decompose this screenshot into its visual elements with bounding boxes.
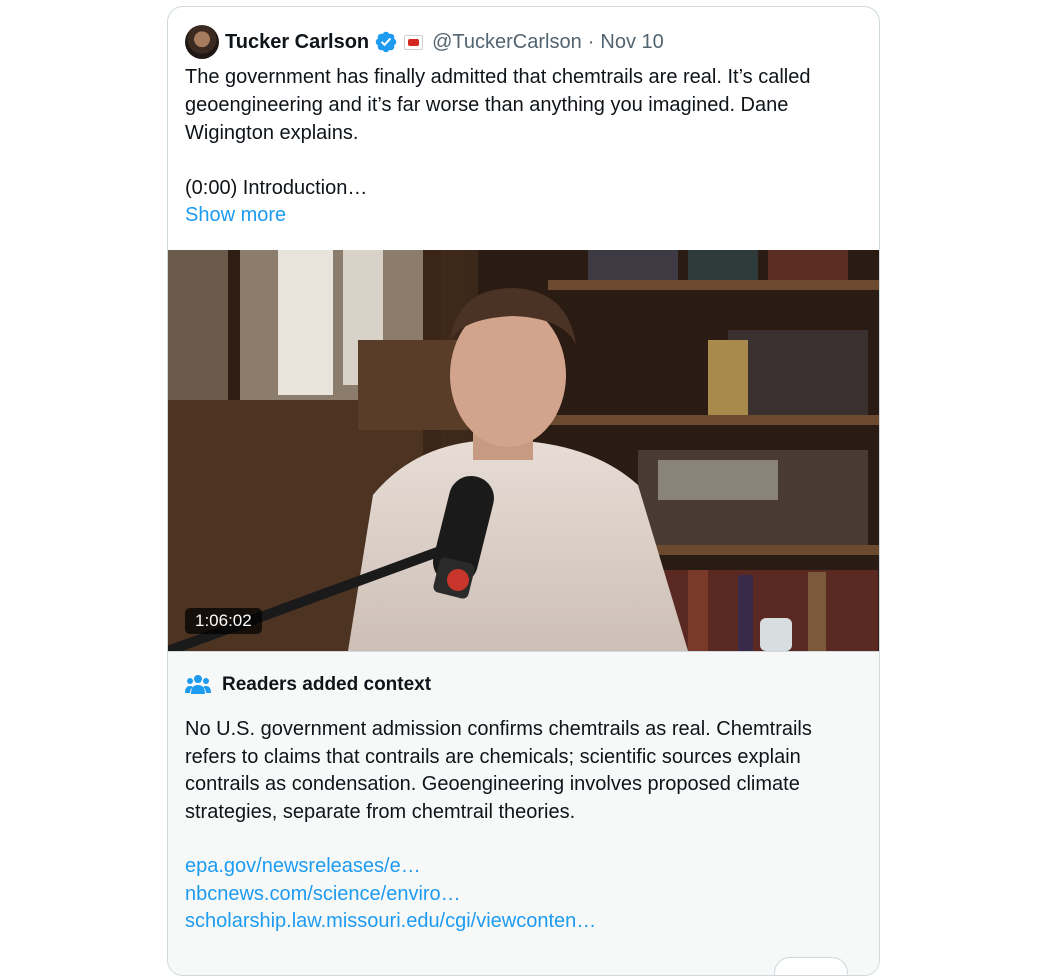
tweet-header: Tucker Carlson @TuckerCarlson · Nov 10 bbox=[185, 24, 664, 60]
show-more-link[interactable]: Show more bbox=[185, 201, 286, 229]
rate-note-button[interactable] bbox=[774, 957, 848, 975]
tweet-date[interactable]: Nov 10 bbox=[600, 31, 663, 54]
source-link[interactable]: nbcnews.com/science/enviro… bbox=[185, 881, 865, 909]
video-player[interactable]: 1:06:02 bbox=[168, 250, 879, 651]
tweet-text: The government has finally admitted that… bbox=[185, 63, 865, 202]
video-duration-badge: 1:06:02 bbox=[185, 608, 262, 634]
community-note-body: No U.S. government admission confirms ch… bbox=[185, 718, 812, 823]
tweet-text-paragraph: (0:00) Introduction… bbox=[185, 177, 368, 199]
tweet-text-paragraph: The government has finally admitted that… bbox=[185, 66, 811, 144]
verified-badge-icon[interactable] bbox=[374, 30, 398, 54]
community-note-links: epa.gov/newsreleases/e… nbcnews.com/scie… bbox=[185, 853, 865, 936]
people-icon bbox=[185, 675, 211, 694]
source-link[interactable]: epa.gov/newsreleases/e… bbox=[185, 853, 865, 881]
affiliate-badge-icon[interactable] bbox=[404, 34, 424, 50]
author-handle[interactable]: @TuckerCarlson bbox=[432, 31, 582, 54]
community-note-header: Readers added context bbox=[185, 674, 431, 696]
separator-dot: · bbox=[587, 30, 595, 53]
community-note-title: Readers added context bbox=[222, 674, 432, 695]
source-link[interactable]: scholarship.law.missouri.edu/cgi/viewcon… bbox=[185, 908, 865, 936]
tweet-card[interactable]: Tucker Carlson @TuckerCarlson · Nov 10 T… bbox=[167, 6, 880, 976]
avatar[interactable] bbox=[185, 25, 219, 59]
author-display-name[interactable]: Tucker Carlson bbox=[225, 31, 369, 54]
video-thumbnail bbox=[168, 250, 879, 651]
community-note: Readers added context No U.S. government… bbox=[168, 651, 879, 975]
